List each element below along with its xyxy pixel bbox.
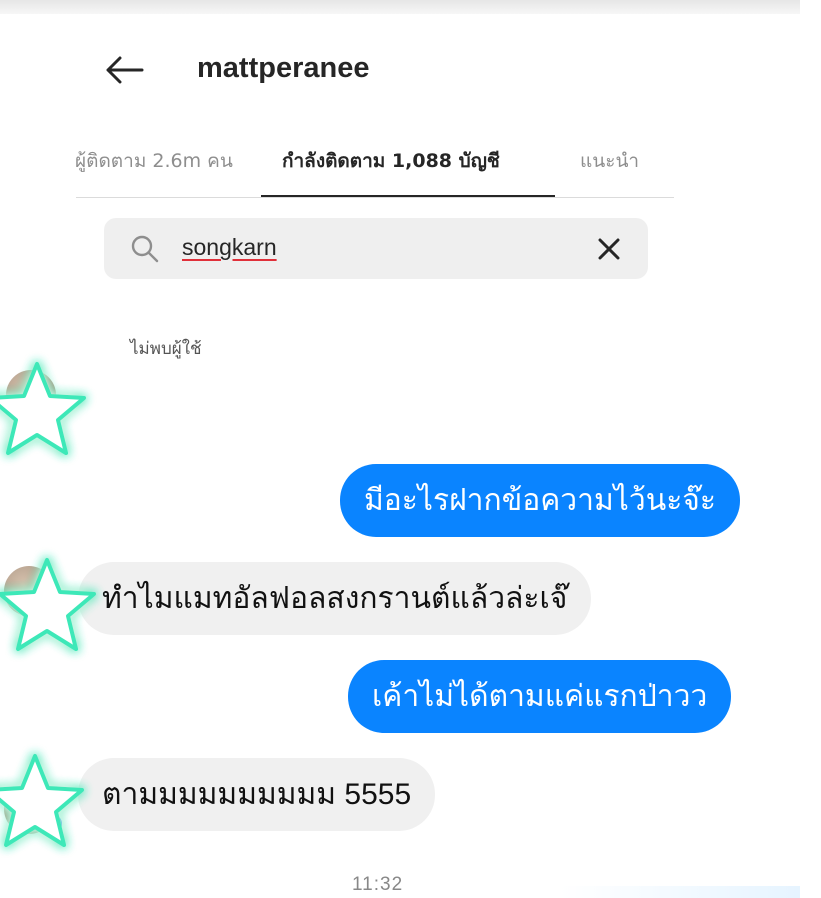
tab-followers[interactable]: ผู้ติดตาม 2.6m คน [75,146,250,176]
clear-icon[interactable] [596,236,622,262]
message-bubble-outgoing[interactable]: มีอะไรฝากข้อความไว้นะจ๊ะ [340,464,741,537]
tab-following[interactable]: กำลังติดตาม 1,088 บัญชี [282,146,500,176]
star-sticker-icon [0,356,92,466]
search-query[interactable]: songkarn [182,234,277,261]
top-bar [0,0,800,14]
no-users-text: ไม่พบผู้ใช้ [130,339,202,359]
bottom-edge [560,886,800,898]
back-arrow-icon[interactable] [102,52,146,88]
search-icon [130,234,160,264]
tab-followers-label: ผู้ติดตาม 2.6m คน [75,150,233,172]
star-sticker-icon [0,748,90,858]
tab-divider [76,197,674,198]
profile-username: mattperanee [197,52,370,84]
message-bubble-incoming[interactable]: ทำไมแมทอัลฟอลสงกรานต์แล้วล่ะเจ๊ [78,562,592,635]
message-timestamp: 11:32 [352,874,404,895]
active-tab-indicator [261,195,555,197]
message-bubble-incoming[interactable]: ตามมมมมมมมมม 5555 [78,758,436,831]
search-input[interactable]: songkarn [104,218,648,279]
right-edge [800,0,821,898]
star-sticker-icon [0,552,102,662]
tab-suggested[interactable]: แนะนำ [580,146,639,176]
message-bubble-outgoing[interactable]: เค้าไม่ได้ตามแค่แรกป่าวว [348,660,732,733]
